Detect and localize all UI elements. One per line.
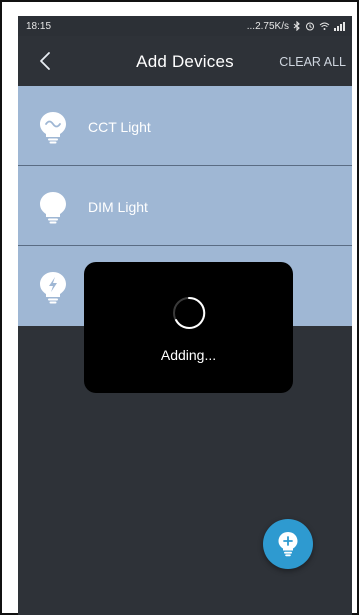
status-icons: ...2.75K/s: [247, 21, 346, 32]
device-frame: 18:15 ...2.75K/s Add Devices CLEAR ALL C…: [0, 0, 359, 615]
device-label: DIM Light: [88, 199, 148, 215]
bluetooth-icon: [293, 21, 300, 31]
device-label: CCT Light: [88, 119, 151, 135]
dim-bulb-icon: [40, 192, 66, 224]
add-device-fab[interactable]: [263, 519, 313, 569]
device-item-cct-light[interactable]: CCT Light: [18, 86, 352, 166]
app-header: Add Devices CLEAR ALL: [18, 36, 352, 86]
app-screen: 18:15 ...2.75K/s Add Devices CLEAR ALL C…: [18, 16, 352, 615]
rgb-bulb-icon: [40, 272, 66, 304]
network-speed: ...2.75K/s: [246, 20, 289, 32]
wifi-icon: [319, 22, 330, 30]
status-time: 18:15: [26, 20, 52, 32]
cct-bulb-icon: [40, 112, 66, 144]
loading-dialog: Adding...: [84, 262, 293, 393]
alarm-icon: [306, 22, 314, 31]
loading-text: Adding...: [160, 347, 217, 363]
loading-spinner-icon: [173, 296, 206, 329]
clear-all-button[interactable]: CLEAR ALL: [279, 55, 346, 69]
device-item-dim-light[interactable]: DIM Light: [18, 166, 352, 246]
add-bulb-icon: [278, 532, 298, 557]
signal-icon: [334, 22, 345, 31]
status-bar: 18:15 ...2.75K/s: [18, 16, 352, 36]
